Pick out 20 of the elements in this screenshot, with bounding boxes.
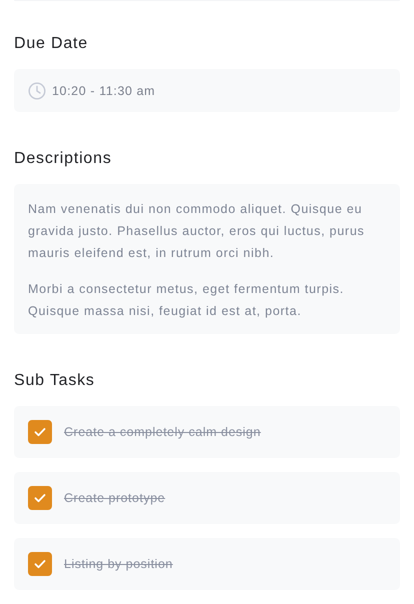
check-icon [33, 491, 47, 505]
check-icon [33, 557, 47, 571]
subtask-label: Create a completely calm design [64, 425, 261, 439]
time-field[interactable]: 10:20 - 11:30 am [14, 69, 400, 112]
subtask-row[interactable]: Create prototype [14, 472, 400, 524]
description-paragraph: Nam venenatis dui non commodo aliquet. Quisque eu gravida justo. Phasellus auctor, eros qui luctus, purus mauris eleifend est, in rutrum orci nibh. [28, 201, 366, 262]
section-heading: Sub Tasks [14, 372, 96, 390]
checkbox[interactable] [28, 552, 52, 576]
subtask-row[interactable]: Create a completely calm design [14, 406, 400, 458]
subtask-label: Create prototype [64, 491, 166, 505]
clock-icon [28, 82, 46, 100]
subtask-row[interactable]: Listing by position [14, 538, 400, 590]
section-heading: Due Date [14, 35, 89, 53]
checkbox[interactable] [28, 420, 52, 444]
time-value: 10:20 - 11:30 am [52, 84, 156, 98]
check-icon [33, 425, 47, 439]
subtask-label: Listing by position [64, 557, 173, 571]
section-heading: Descriptions [14, 150, 113, 168]
checkbox[interactable] [28, 486, 52, 510]
description-paragraph: Morbi a consectetur metus, eget fermentum turpis. Quisque massa nisi, feugiat id est at, porta. [28, 281, 346, 320]
